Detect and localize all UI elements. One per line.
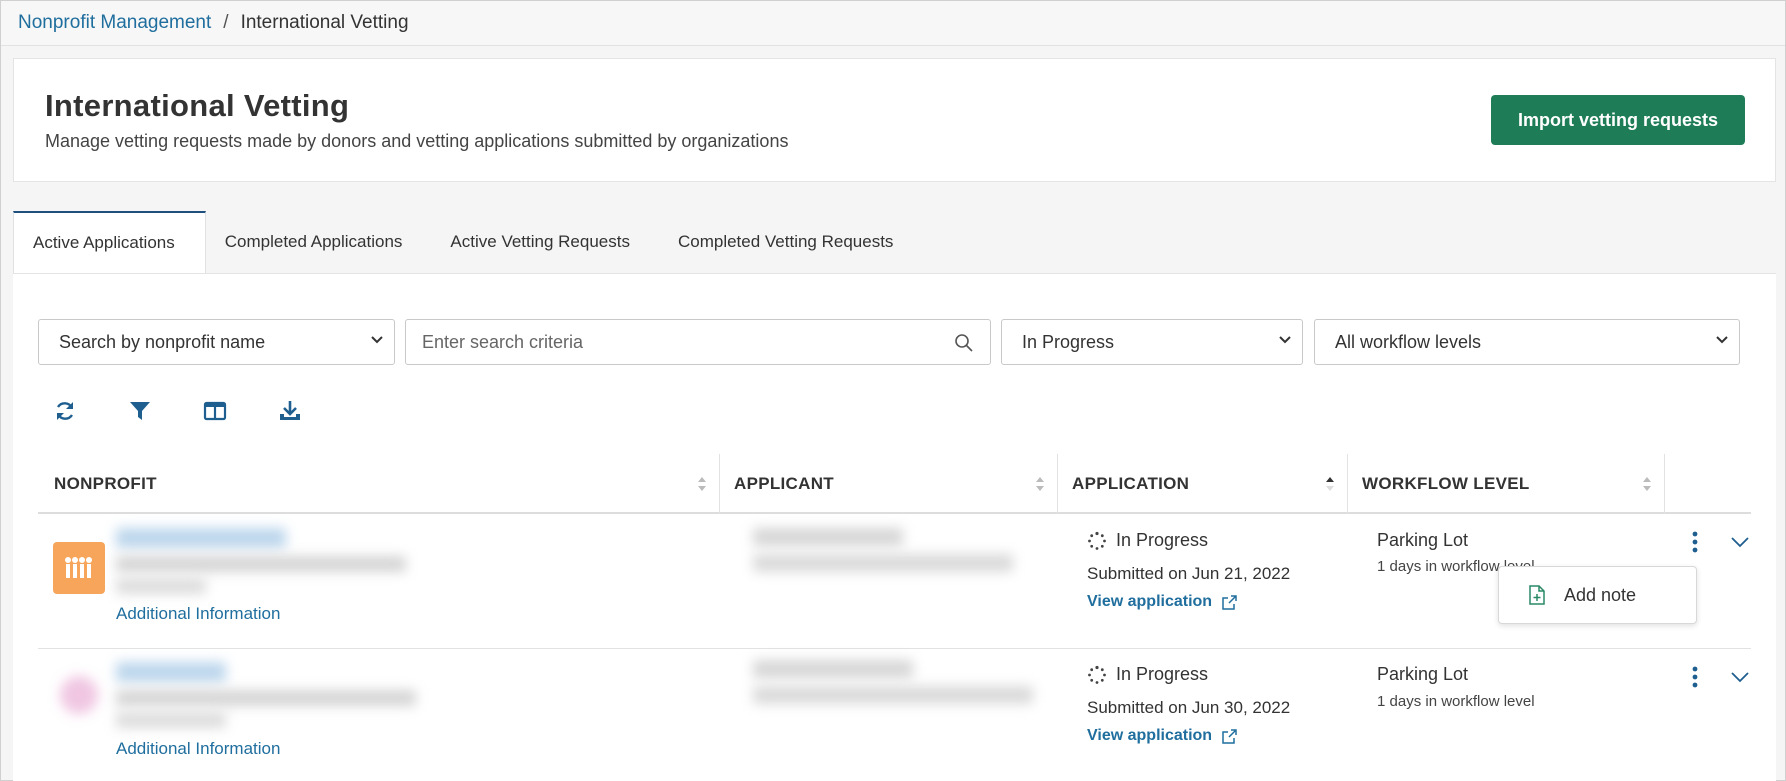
columns-icon[interactable] bbox=[203, 399, 227, 423]
page-title: International Vetting bbox=[45, 88, 350, 123]
nonprofit-details-redacted bbox=[116, 712, 226, 728]
table-row: Additional Information In Progress Submi… bbox=[38, 650, 1751, 781]
search-by-select-value: Search by nonprofit name bbox=[59, 331, 266, 352]
page-subtitle: Manage vetting requests made by donors a… bbox=[45, 131, 789, 151]
import-vetting-requests-button[interactable]: Import vetting requests bbox=[1491, 95, 1745, 145]
more-options-icon[interactable] bbox=[1685, 529, 1705, 555]
page-header: International Vetting Manage vetting req… bbox=[13, 58, 1776, 182]
tab-active-vetting-requests[interactable]: Active Vetting Requests bbox=[426, 211, 654, 273]
status-select-value: In Progress bbox=[1022, 331, 1115, 352]
applicant-redacted bbox=[753, 686, 1033, 704]
column-header-label: WORKFLOW LEVEL bbox=[1362, 474, 1530, 493]
chevron-down-icon bbox=[371, 336, 383, 344]
workflow-level-value: Parking Lot bbox=[1377, 530, 1469, 550]
nonprofit-name-redacted bbox=[116, 528, 286, 548]
search-field bbox=[405, 319, 991, 365]
view-application-label: View application bbox=[1087, 727, 1213, 744]
column-header-label: APPLICANT bbox=[734, 474, 834, 493]
nonprofit-logo bbox=[53, 542, 105, 594]
nonprofit-logo-redacted bbox=[60, 676, 98, 714]
add-note-label: Add note bbox=[1564, 584, 1637, 605]
status-select[interactable]: In Progress bbox=[1001, 319, 1303, 365]
additional-information-link[interactable]: Additional Information bbox=[116, 604, 280, 624]
application-status-label: In Progress bbox=[1116, 530, 1209, 550]
workflow-level-select-value: All workflow levels bbox=[1335, 331, 1482, 352]
external-link-icon bbox=[1222, 728, 1237, 744]
submitted-date: Submitted on Jun 21, 2022 bbox=[1087, 564, 1291, 583]
sort-icon bbox=[1036, 477, 1044, 491]
nonprofit-details-redacted bbox=[116, 690, 416, 706]
additional-information-link[interactable]: Additional Information bbox=[116, 739, 280, 759]
application-status: In Progress bbox=[1087, 530, 1208, 551]
workflow-level-value: Parking Lot bbox=[1377, 664, 1469, 684]
chevron-down-icon bbox=[1279, 336, 1291, 344]
chevron-down-icon[interactable] bbox=[1729, 666, 1751, 688]
days-in-workflow: 1 days in workflow level bbox=[1377, 693, 1535, 710]
sort-ascending-icon bbox=[1326, 477, 1334, 491]
in-progress-icon bbox=[1088, 531, 1106, 550]
chevron-down-icon bbox=[1716, 336, 1728, 344]
filter-icon[interactable] bbox=[128, 399, 152, 423]
application-status-label: In Progress bbox=[1116, 664, 1209, 684]
download-icon[interactable] bbox=[278, 399, 302, 423]
table-row: Additional Information In Progress Submi… bbox=[38, 514, 1751, 649]
nonprofit-details-redacted bbox=[116, 578, 206, 594]
tab-bar: Active Applications Completed Applicatio… bbox=[13, 211, 912, 273]
chevron-down-icon[interactable] bbox=[1729, 531, 1751, 553]
column-header-label: APPLICATION bbox=[1072, 474, 1190, 493]
view-application-label: View application bbox=[1087, 593, 1213, 610]
breadcrumb-separator: / bbox=[223, 12, 229, 33]
add-note-menu-item[interactable]: Add note bbox=[1498, 566, 1697, 624]
breadcrumb-current: International Vetting bbox=[240, 12, 409, 33]
column-header-application[interactable]: APPLICATION bbox=[1058, 454, 1348, 514]
column-header-workflow-level[interactable]: WORKFLOW LEVEL bbox=[1348, 454, 1665, 514]
view-application-link[interactable]: View application bbox=[1087, 593, 1238, 611]
applicant-redacted bbox=[753, 554, 1013, 572]
sort-icon bbox=[698, 477, 706, 491]
more-options-icon[interactable] bbox=[1685, 664, 1705, 690]
search-input[interactable] bbox=[422, 331, 942, 353]
breadcrumb-link-nonprofit-management[interactable]: Nonprofit Management bbox=[18, 12, 211, 34]
people-icon bbox=[65, 557, 92, 578]
column-header-nonprofit[interactable]: NONPROFIT bbox=[38, 454, 720, 514]
nonprofit-name-redacted bbox=[116, 662, 226, 682]
search-icon[interactable] bbox=[954, 333, 974, 353]
sort-icon bbox=[1643, 477, 1651, 491]
table-header: NONPROFIT APPLICANT APPLICATION WORKFLOW… bbox=[38, 454, 1751, 514]
tab-completed-vetting-requests[interactable]: Completed Vetting Requests bbox=[654, 211, 912, 273]
column-header-applicant[interactable]: APPLICANT bbox=[720, 454, 1058, 514]
nonprofit-details-redacted bbox=[116, 556, 406, 572]
column-header-label: NONPROFIT bbox=[54, 474, 157, 493]
applicant-redacted bbox=[753, 528, 903, 546]
workflow-level-select[interactable]: All workflow levels bbox=[1314, 319, 1740, 365]
in-progress-icon bbox=[1088, 665, 1106, 684]
tab-completed-applications[interactable]: Completed Applications bbox=[206, 211, 427, 273]
view-application-link[interactable]: View application bbox=[1087, 727, 1238, 745]
tab-active-applications[interactable]: Active Applications bbox=[13, 211, 206, 273]
application-status: In Progress bbox=[1087, 664, 1208, 685]
search-by-select[interactable]: Search by nonprofit name bbox=[38, 319, 395, 365]
submitted-date: Submitted on Jun 30, 2022 bbox=[1087, 698, 1291, 717]
applications-panel: Search by nonprofit name In Progress All… bbox=[13, 273, 1776, 781]
external-link-icon bbox=[1222, 594, 1237, 610]
add-file-icon bbox=[1529, 585, 1545, 605]
breadcrumb: Nonprofit Management / International Vet… bbox=[1, 1, 1785, 46]
refresh-icon[interactable] bbox=[53, 399, 77, 423]
applicant-redacted bbox=[753, 660, 913, 678]
